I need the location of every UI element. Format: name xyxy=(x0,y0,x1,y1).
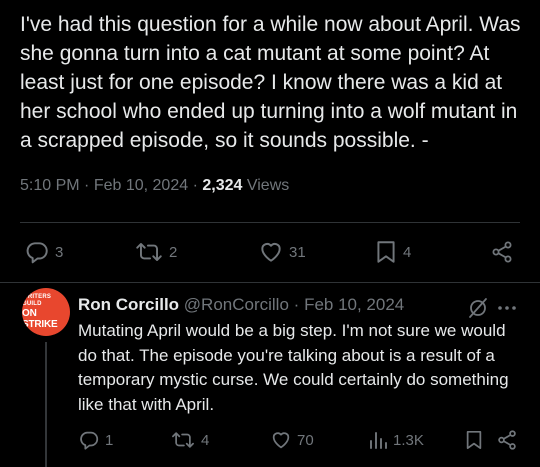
retweet-button[interactable]: 2 xyxy=(134,239,177,265)
retweet-button[interactable]: 4 xyxy=(170,429,209,451)
reply-actions: 1 4 70 1.3K xyxy=(0,427,540,457)
like-count: 31 xyxy=(289,243,306,261)
share-icon xyxy=(498,430,516,450)
retweet-count: 2 xyxy=(169,243,178,261)
avatar[interactable]: WRITERS GUILD ON STRIKE xyxy=(22,288,70,336)
share-button[interactable] xyxy=(496,429,518,451)
reply-text: Mutating April would be a big step. I'm … xyxy=(78,321,509,414)
reply-icon xyxy=(80,431,99,450)
reply-button[interactable]: 1 xyxy=(78,429,113,451)
like-button[interactable]: 31 xyxy=(258,239,306,265)
views-button[interactable]: 1.3K xyxy=(368,429,424,451)
share-icon xyxy=(492,241,512,263)
retweet-count: 4 xyxy=(201,431,210,449)
reply-count: 3 xyxy=(55,243,64,261)
reply-date[interactable]: Feb 10, 2024 xyxy=(304,295,404,314)
avatar-text-big: ON STRIKE xyxy=(22,308,58,330)
author-name[interactable]: Ron Corcillo xyxy=(78,295,179,314)
bookmark-icon xyxy=(466,430,482,450)
reply-header: Ron Corcillo @RonCorcillo · Feb 10, 2024 xyxy=(78,295,404,315)
like-button[interactable]: 70 xyxy=(270,429,314,451)
bookmark-button[interactable] xyxy=(464,429,484,451)
main-tweet-actions: 3 2 31 4 xyxy=(0,237,540,267)
like-count: 70 xyxy=(297,431,314,449)
bookmark-icon xyxy=(377,241,395,263)
divider xyxy=(20,222,520,223)
divider xyxy=(0,282,540,283)
retweet-icon xyxy=(172,432,194,448)
grok-icon[interactable] xyxy=(466,296,490,320)
tweet-date[interactable]: Feb 10, 2024 xyxy=(94,177,188,194)
share-button[interactable] xyxy=(490,239,514,265)
views-count: 1.3K xyxy=(393,431,424,449)
main-tweet-text: I've had this question for a while now a… xyxy=(20,13,521,152)
retweet-icon xyxy=(136,243,162,261)
header-separator: · xyxy=(293,295,300,314)
views-label: Views xyxy=(246,177,290,194)
views-icon xyxy=(370,432,387,449)
more-icon[interactable] xyxy=(497,305,517,311)
tweet-time[interactable]: 5:10 PM xyxy=(20,177,80,194)
reply-button[interactable]: 3 xyxy=(24,239,63,265)
heart-icon xyxy=(272,432,290,449)
meta-separator: · xyxy=(84,177,90,194)
bookmark-count: 4 xyxy=(403,243,412,261)
heart-icon xyxy=(261,242,281,262)
views-count[interactable]: 2,324 xyxy=(202,177,242,194)
author-handle[interactable]: @RonCorcillo xyxy=(184,295,289,314)
tweet-meta: 5:10 PM · Feb 10, 2024 · 2,324 Views xyxy=(20,177,289,195)
avatar-text-small: WRITERS GUILD xyxy=(22,294,52,307)
bookmark-button[interactable]: 4 xyxy=(374,239,411,265)
reply-count: 1 xyxy=(105,431,114,449)
reply-icon xyxy=(26,242,48,264)
meta-separator: · xyxy=(192,177,198,194)
